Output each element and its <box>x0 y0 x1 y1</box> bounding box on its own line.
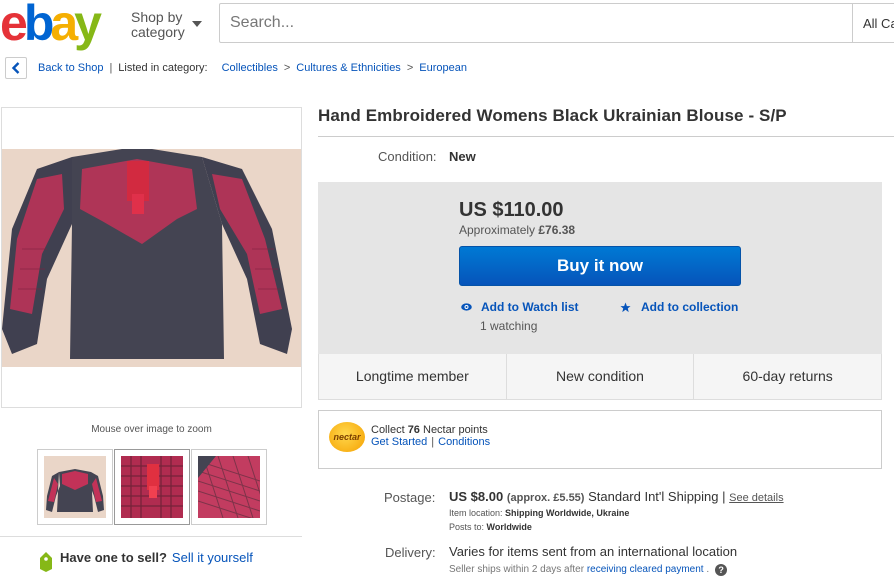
category-select[interactable]: All Ca <box>852 3 894 43</box>
nectar-conditions-link[interactable]: Conditions <box>438 436 490 448</box>
thumbnail-strip <box>37 449 268 525</box>
back-button[interactable] <box>5 57 27 79</box>
shop-by-line2: category <box>131 24 185 40</box>
thumbnail-3[interactable] <box>191 449 267 525</box>
breadcrumb: Back to Shop | Listed in category: Colle… <box>5 57 467 79</box>
title-divider <box>318 136 894 137</box>
buy-it-now-button[interactable]: Buy it now <box>459 246 741 286</box>
add-to-collection-link[interactable]: Add to collection <box>620 300 738 314</box>
see-details-link[interactable]: See details <box>729 492 783 504</box>
postage-approx: (approx. £5.55) <box>506 492 585 504</box>
search-input[interactable]: Search... <box>219 3 859 43</box>
delivery-value: Varies for items sent from an internatio… <box>449 544 738 559</box>
approx-price: Approximately £76.38 <box>459 223 576 237</box>
main-image-frame[interactable] <box>1 107 302 408</box>
postage-info: US $8.00 (approx. £5.55) Standard Int'l … <box>449 489 784 504</box>
nectar-get-started-link[interactable]: Get Started <box>371 436 427 448</box>
breadcrumb-divider: | <box>109 62 113 74</box>
header: ebay Shop by category Search... All Ca <box>0 0 894 50</box>
breadcrumb-item-european[interactable]: European <box>419 62 467 74</box>
price-tag-icon <box>40 552 52 572</box>
item-title: Hand Embroidered Womens Black Ukrainian … <box>318 106 787 125</box>
help-icon[interactable]: ? <box>715 564 728 576</box>
feature-longtime-member: Longtime member <box>319 354 507 399</box>
sell-prompt: Have one to sell? <box>60 550 167 565</box>
nectar-collect-line: Collect 76 Nectar points <box>371 424 488 436</box>
blouse-photo <box>2 149 301 367</box>
posts-to: Posts to: Worldwide <box>449 522 532 532</box>
price: US $110.00 <box>459 199 564 221</box>
ebay-logo[interactable]: ebay <box>0 0 102 50</box>
breadcrumb-separator: > <box>406 62 414 74</box>
watching-count: 1 watching <box>480 319 538 333</box>
chevron-left-icon <box>11 62 20 74</box>
nectar-text: Collect 76 Nectar points Get Started | Con… <box>371 424 491 448</box>
product-image[interactable] <box>2 149 301 367</box>
listed-in-label: Listed in category: <box>118 62 208 74</box>
cleared-payment-link[interactable]: receiving cleared payment <box>587 564 704 575</box>
item-location: Item location: Shipping Worldwide, Ukrai… <box>449 508 630 518</box>
add-to-watch-list-link[interactable]: Add to Watch list <box>461 300 579 314</box>
delivery-label: Delivery: <box>385 545 436 560</box>
shop-by-line1: Shop by <box>131 9 183 25</box>
nectar-logo: nectar <box>329 422 365 452</box>
back-to-shop-link[interactable]: Back to Shop <box>38 62 103 74</box>
feature-returns: 60-day returns <box>742 368 833 384</box>
shop-by-category-button[interactable]: Shop by category <box>131 10 185 40</box>
thumbnail-2[interactable] <box>114 449 190 525</box>
dropdown-caret-icon[interactable] <box>192 21 202 27</box>
sell-prompt-row: Have one to sell? Sell it yourself <box>0 536 302 572</box>
postage-label: Postage: <box>384 490 436 505</box>
feature-new-condition: New condition <box>507 354 695 399</box>
feature-badges: Longtime member New condition 60-day ret… <box>318 354 882 400</box>
postage-cost: US $8.00 <box>449 489 504 504</box>
breadcrumb-item-collectibles[interactable]: Collectibles <box>222 62 278 74</box>
nectar-points-box: nectar Collect 76 Nectar points Get Star… <box>318 410 882 469</box>
eye-icon <box>461 303 472 311</box>
breadcrumb-separator: > <box>283 62 291 74</box>
breadcrumb-item-cultures[interactable]: Cultures & Ethnicities <box>296 62 401 74</box>
sell-it-yourself-link[interactable]: Sell it yourself <box>172 550 253 565</box>
thumbnail-1[interactable] <box>37 449 113 525</box>
postage-service: Standard Int'l Shipping <box>588 489 719 504</box>
condition-value: New <box>449 149 476 164</box>
condition-label: Condition: <box>378 149 437 164</box>
delivery-sub: Seller ships within 2 days after receivi… <box>449 564 728 576</box>
zoom-hint: Mouse over image to zoom <box>91 424 212 435</box>
star-icon <box>620 301 631 312</box>
buy-panel: US $110.00 Approximately £76.38 Buy it n… <box>318 182 882 354</box>
